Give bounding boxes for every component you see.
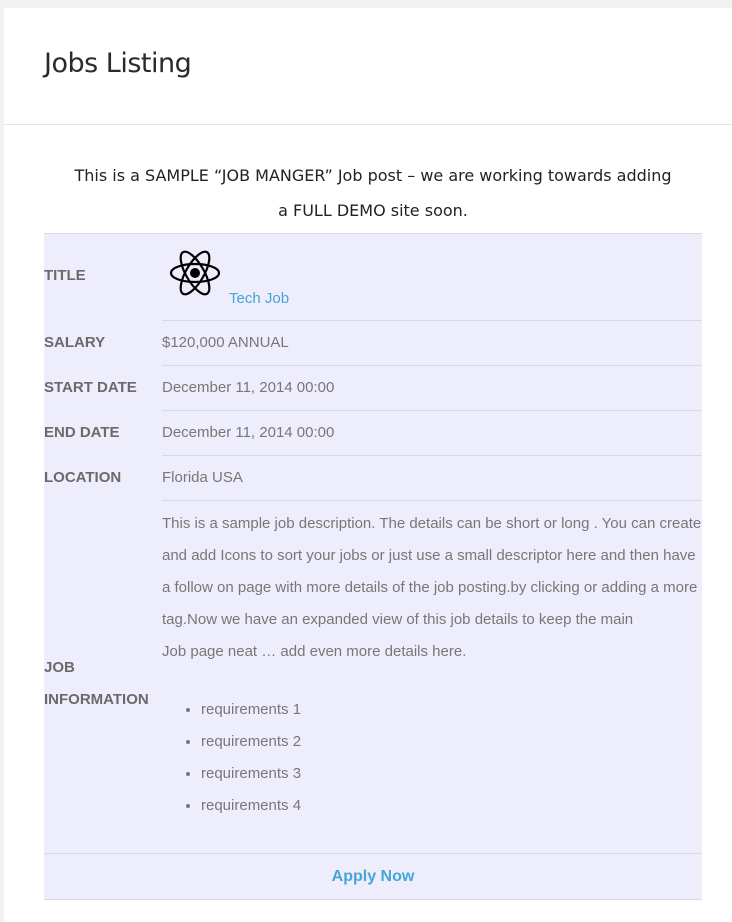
description-line: Job page neat … add even more details he… — [162, 643, 467, 660]
description-line: a follow on page with more details of th… — [162, 579, 698, 596]
row-divider — [162, 500, 702, 501]
title-label: TITLE — [44, 267, 86, 284]
end-date-label: END DATE — [44, 424, 120, 441]
requirement-item: requirements 4 — [201, 790, 301, 822]
requirements-list: requirements 1 requirements 2 requiremen… — [162, 694, 301, 822]
page-header: Jobs Listing — [4, 8, 732, 125]
start-date-label: START DATE — [44, 379, 137, 396]
requirement-item: requirements 2 — [201, 726, 301, 758]
start-date-value: December 11, 2014 00:00 — [162, 379, 335, 396]
description-line: This is a sample job description. The de… — [162, 515, 702, 532]
end-date-value: December 11, 2014 00:00 — [162, 424, 335, 441]
row-divider — [162, 320, 702, 321]
salary-label: SALARY — [44, 334, 106, 351]
location-value: Florida USA — [162, 469, 243, 486]
job-information-label: JOB INFORMATION — [44, 652, 149, 716]
job-information-label-line: INFORMATION — [44, 691, 149, 708]
page: Jobs Listing This is a SAMPLE “JOB MANGE… — [4, 8, 732, 922]
row-divider — [162, 410, 702, 411]
job-information-label-line: JOB — [44, 659, 75, 676]
row-divider — [162, 365, 702, 366]
job-description: This is a sample job description. The de… — [162, 508, 707, 668]
page-title: Jobs Listing — [44, 48, 192, 79]
description-line: tag.Now we have an expanded view of this… — [162, 611, 634, 628]
requirement-item: requirements 3 — [201, 758, 301, 790]
row-divider — [162, 455, 702, 456]
intro-line: a FULL DEMO site soon. — [278, 201, 468, 220]
intro-text: This is a SAMPLE “JOB MANGER” Job post –… — [44, 158, 702, 228]
atom-icon — [169, 250, 221, 296]
salary-value: $120,000 ANNUAL — [162, 334, 289, 351]
description-line: and add Icons to sort your jobs or just … — [162, 547, 696, 564]
requirement-item: requirements 1 — [201, 694, 301, 726]
job-details-table: TITLE Tech Job SALARY $120,000 ANNUAL ST… — [44, 233, 702, 900]
location-label: LOCATION — [44, 469, 122, 486]
intro-line: This is a SAMPLE “JOB MANGER” Job post –… — [74, 166, 672, 185]
apply-now-button[interactable]: Apply Now — [44, 854, 702, 899]
job-title-link[interactable]: Tech Job — [229, 290, 289, 307]
